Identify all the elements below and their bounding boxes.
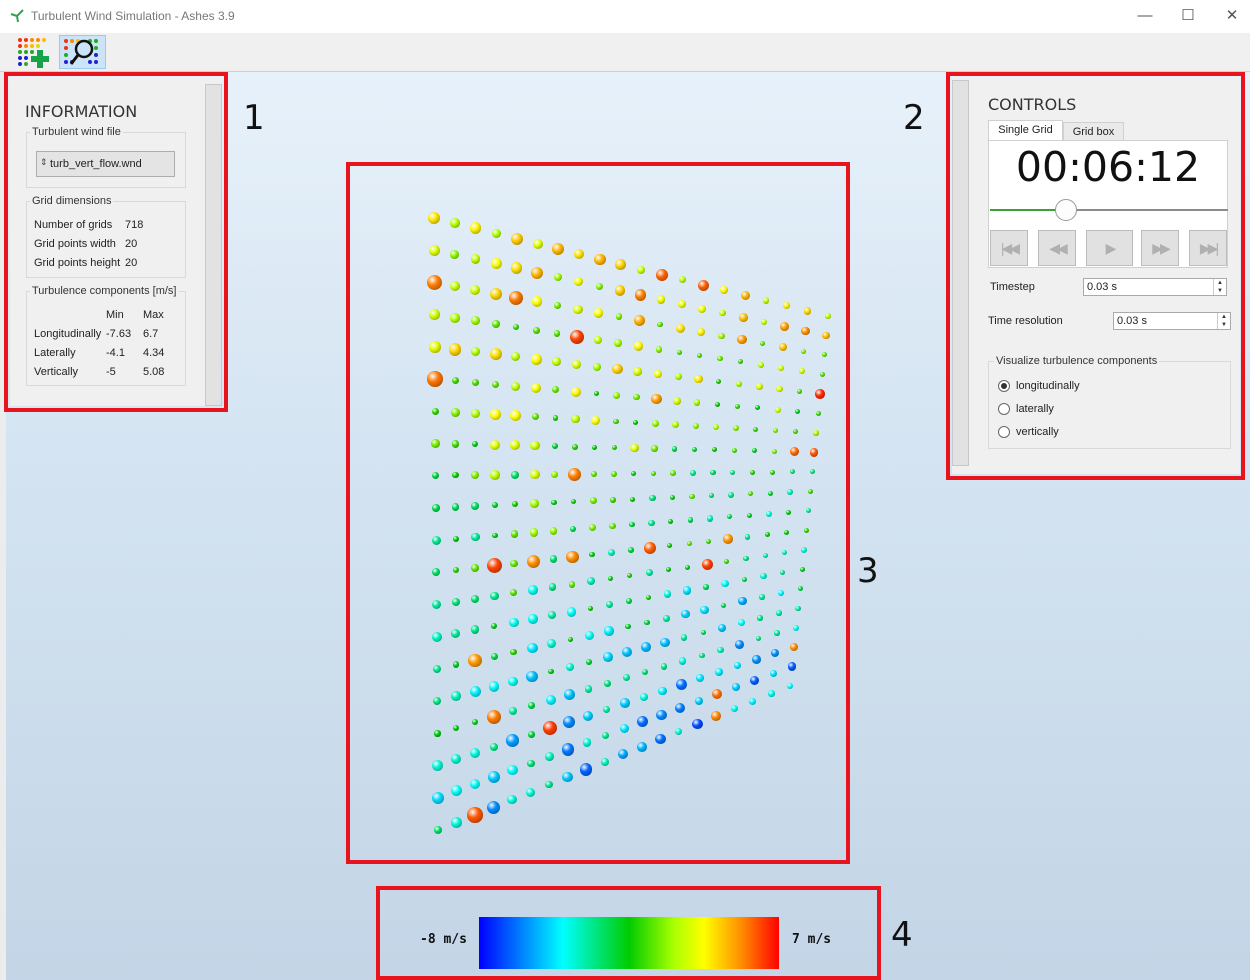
highlight-box-legend [376,886,881,980]
minimize-button[interactable]: — [1130,5,1160,27]
inspect-grid-button[interactable] [59,35,106,69]
maximize-button[interactable]: ☐ [1173,5,1203,27]
highlight-box-grid [346,162,850,864]
callout-4: 4 [891,915,913,955]
close-button[interactable]: ✕ [1217,5,1247,27]
callout-1: 1 [243,98,265,138]
highlight-box-controls [946,72,1245,480]
inspect-grid-icon [64,39,98,65]
callout-3: 3 [857,551,879,591]
toolbar [0,33,1250,72]
window-title: Turbulent Wind Simulation - Ashes 3.9 [31,9,235,23]
highlight-box-information [4,72,228,412]
callout-2: 2 [903,98,925,138]
add-grid-icon [18,38,49,68]
add-grid-button[interactable] [16,36,49,68]
app-logo-icon [10,9,24,23]
